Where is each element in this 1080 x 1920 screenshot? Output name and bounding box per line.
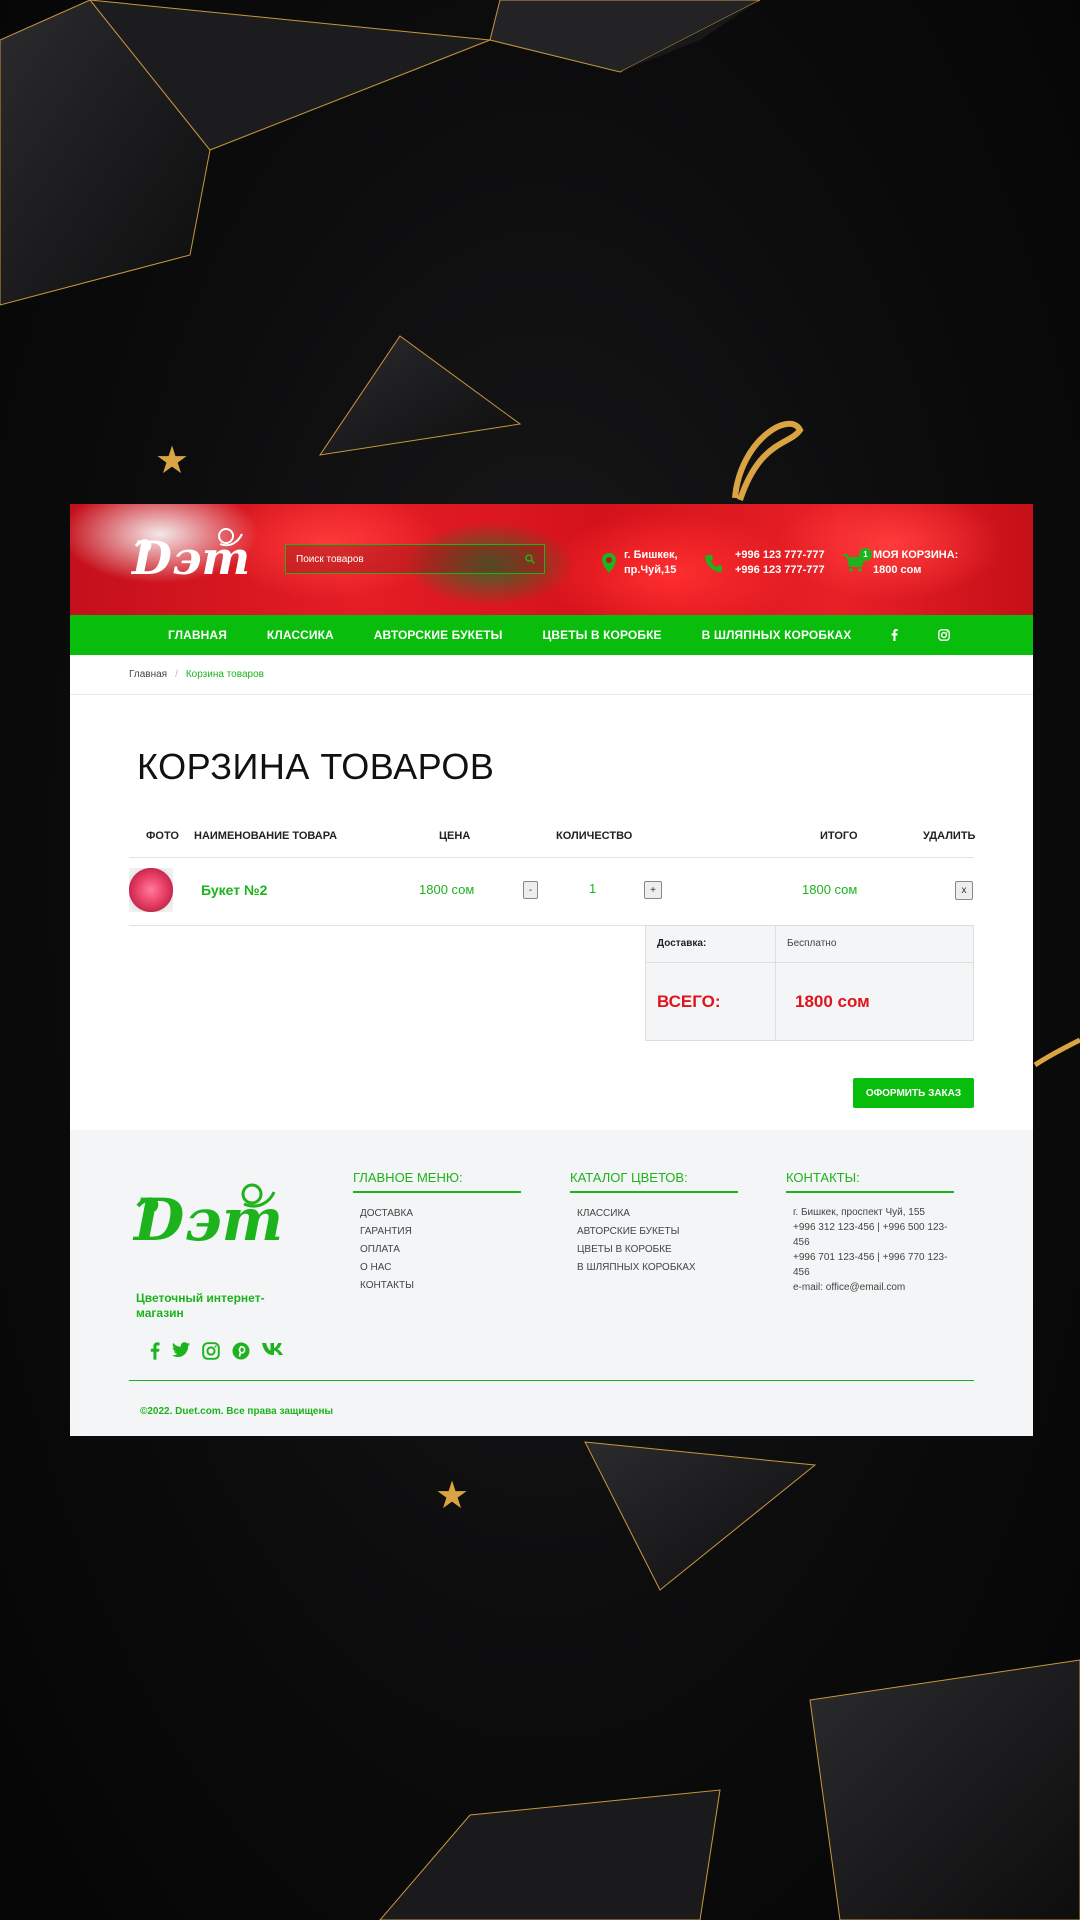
main-nav: ГЛАВНАЯ КЛАССИКА АВТОРСКИЕ БУКЕТЫ ЦВЕТЫ … <box>70 615 1033 655</box>
vk-icon[interactable] <box>262 1342 284 1360</box>
facebook-icon[interactable] <box>150 1342 160 1360</box>
copyright: ©2022. Duet.com. Все права защищены <box>140 1406 334 1417</box>
pinterest-icon[interactable] <box>232 1342 250 1360</box>
address-block: г. Бишкек, пр.Чуй,15 <box>602 548 678 578</box>
cart-label: МОЯ КОРЗИНА: <box>873 549 959 561</box>
grand-total-value: 1800 сом <box>795 992 870 1011</box>
breadcrumb-separator: / <box>175 669 178 680</box>
footer-tagline: Цветочный интернет-магазин <box>136 1291 265 1320</box>
breadcrumb-home[interactable]: Главная <box>129 669 167 680</box>
search-button[interactable] <box>516 545 544 573</box>
qty-value: 1 <box>589 881 597 896</box>
contact-phones[interactable]: +996 701 123-456 | +996 770 123-456 <box>793 1250 956 1280</box>
col-header-price: ЦЕНА <box>439 830 471 842</box>
table-divider <box>129 857 974 858</box>
footer-menu-item[interactable]: ОПЛАТА <box>360 1241 521 1259</box>
footer-catalog-item[interactable]: В ШЛЯПНЫХ КОРОБКАХ <box>577 1259 738 1277</box>
footer-menu-title: ГЛАВНОЕ МЕНЮ: <box>353 1170 521 1193</box>
contact-phones[interactable]: +996 312 123-456 | +996 500 123-456 <box>793 1220 956 1250</box>
summary-divider <box>646 962 973 963</box>
col-header-name: НАИМЕНОВАНИЕ ТОВАРА <box>194 830 338 842</box>
cart-icon: 1 <box>843 548 872 572</box>
summary-divider <box>775 926 776 1040</box>
footer-contacts: КОНТАКТЫ: г. Бишкек, проспект Чуй, 155 +… <box>786 1170 956 1295</box>
star-decoration: ★ <box>435 1475 470 1517</box>
search-icon <box>525 554 535 564</box>
nav-item-classic[interactable]: КЛАССИКА <box>267 628 334 642</box>
cart-block[interactable]: 1 МОЯ КОРЗИНА: 1800 сом <box>843 548 958 578</box>
footer-menu-item[interactable]: ДОСТАВКА <box>360 1205 521 1223</box>
phone-number-2[interactable]: +996 123 777-777 <box>735 563 825 578</box>
facebook-icon[interactable] <box>891 629 899 641</box>
contact-address: г. Бишкек, проспект Чуй, 155 <box>793 1207 925 1218</box>
location-pin-icon <box>602 553 616 573</box>
footer-catalog-item[interactable]: АВТОРСКИЕ БУКЕТЫ <box>577 1223 738 1241</box>
footer-contacts-title: КОНТАКТЫ: <box>786 1170 954 1193</box>
nav-item-author-bouquets[interactable]: АВТОРСКИЕ БУКЕТЫ <box>374 628 503 642</box>
nav-item-flowers-in-box[interactable]: ЦВЕТЫ В КОРОБКЕ <box>542 628 661 642</box>
address-line1: г. Бишкек, <box>624 549 678 561</box>
qty-decrease-button[interactable]: - <box>523 881 538 899</box>
col-header-qty: КОЛИЧЕСТВО <box>556 830 633 842</box>
site-header: Dэт г. Бишкек, пр.Чуй,15 <box>70 504 1033 615</box>
instagram-icon[interactable] <box>938 629 951 641</box>
footer-catalog: КАТАЛОГ ЦВЕТОВ: КЛАССИКА АВТОРСКИЕ БУКЕТ… <box>570 1170 738 1277</box>
duet-logo-footer[interactable]: Dэт <box>132 1180 302 1248</box>
nav-item-hat-boxes[interactable]: В ШЛЯПНЫХ КОРОБКАХ <box>702 628 852 642</box>
col-header-photo: ФОТО <box>146 830 179 842</box>
phone-block: +996 123 777-777 +996 123 777-777 <box>705 548 825 578</box>
delivery-value: Бесплатно <box>787 938 837 949</box>
product-thumbnail[interactable] <box>129 868 173 912</box>
checkout-button[interactable]: ОФОРМИТЬ ЗАКАЗ <box>853 1078 974 1108</box>
address-line2: пр.Чуй,15 <box>624 564 677 576</box>
instagram-icon[interactable] <box>202 1342 220 1360</box>
twitter-icon[interactable] <box>172 1342 190 1360</box>
search-box <box>285 544 545 574</box>
grand-total-label: ВСЕГО: <box>657 992 721 1011</box>
duet-logo[interactable]: Dэт <box>130 524 262 584</box>
page-container: Dэт г. Бишкек, пр.Чуй,15 <box>70 504 1033 1436</box>
footer-divider <box>129 1380 974 1381</box>
remove-item-button[interactable]: x <box>955 881 973 900</box>
footer-social <box>150 1342 296 1360</box>
phone-number-1[interactable]: +996 123 777-777 <box>735 548 825 563</box>
col-header-delete: УДАЛИТЬ <box>923 830 976 842</box>
product-price: 1800 сом <box>419 882 475 897</box>
phone-icon <box>705 554 723 572</box>
product-total: 1800 сом <box>802 882 858 897</box>
footer-catalog-item[interactable]: КЛАССИКА <box>577 1205 738 1223</box>
order-summary: Доставка: Бесплатно ВСЕГО: 1800 сом <box>645 925 974 1041</box>
cart-count-badge: 1 <box>859 548 872 561</box>
cart-total: 1800 сом <box>873 564 922 576</box>
col-header-total: ИТОГО <box>820 830 858 842</box>
nav-item-home[interactable]: ГЛАВНАЯ <box>168 628 227 642</box>
site-footer: Dэт Цветочный интернет-магазин ГЛАВНОЕ М… <box>70 1130 1033 1436</box>
page-title: КОРЗИНА ТОВАРОВ <box>137 746 495 787</box>
footer-catalog-item[interactable]: ЦВЕТЫ В КОРОБКЕ <box>577 1241 738 1259</box>
footer-menu-item[interactable]: КОНТАКТЫ <box>360 1277 521 1295</box>
breadcrumb-current: Корзина товаров <box>185 669 264 680</box>
footer-catalog-title: КАТАЛОГ ЦВЕТОВ: <box>570 1170 738 1193</box>
footer-menu-item[interactable]: ГАРАНТИЯ <box>360 1223 521 1241</box>
footer-menu: ГЛАВНОЕ МЕНЮ: ДОСТАВКА ГАРАНТИЯ ОПЛАТА О… <box>353 1170 521 1295</box>
breadcrumb: Главная / Корзина товаров <box>70 655 1033 695</box>
contact-email[interactable]: e-mail: office@email.com <box>793 1280 956 1295</box>
qty-increase-button[interactable]: + <box>644 881 662 899</box>
delivery-label: Доставка: <box>657 938 707 949</box>
star-decoration: ★ <box>155 440 190 482</box>
search-input[interactable] <box>286 545 516 573</box>
product-name[interactable]: Букет №2 <box>201 882 267 898</box>
footer-menu-item[interactable]: О НАС <box>360 1259 521 1277</box>
